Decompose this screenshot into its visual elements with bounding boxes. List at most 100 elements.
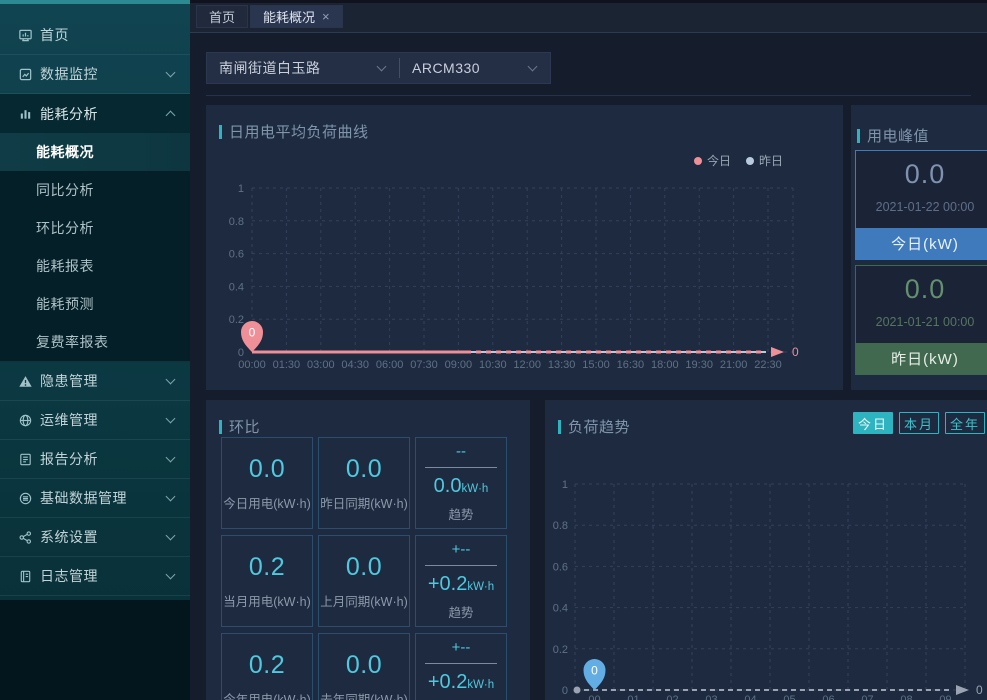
peak-panel: 用电峰值 0.0 2021-01-22 00:00 今日(kW) 0.0 202… xyxy=(851,105,987,390)
peak-timestamp: 2021-01-22 00:00 xyxy=(876,200,975,214)
peak-value: 0.0 xyxy=(905,274,946,305)
hazard-icon xyxy=(18,374,33,389)
tab-energy-overview[interactable]: 能耗概况 × xyxy=(250,5,343,28)
svg-text:03: 03 xyxy=(705,694,717,700)
svg-text:13:30: 13:30 xyxy=(548,359,576,371)
trend-delta: +0.2kW·h xyxy=(428,671,494,694)
stat-value: 0.0 xyxy=(346,553,382,582)
panel-title: 用电峰值 xyxy=(857,125,929,146)
stat-value: 0.0 xyxy=(249,455,285,484)
load-curve-chart: 00.20.40.60.8100:0001:3003:0004:3006:000… xyxy=(206,105,843,390)
stat-value: 0.0 xyxy=(346,455,382,484)
sidebar-item-label: 能耗分析 xyxy=(40,104,167,124)
stat-label: 今年用电(kW·h) xyxy=(223,689,311,700)
sidebar-subitem-energy-overview[interactable]: 能耗概况 xyxy=(0,133,190,171)
settings-icon xyxy=(18,530,33,545)
svg-text:06: 06 xyxy=(822,694,834,700)
tab-home[interactable]: 首页 xyxy=(196,5,248,28)
title-accent-bar xyxy=(857,129,860,143)
station-select-value: 南闸街道白玉路 xyxy=(207,58,368,78)
sidebar-item-home[interactable]: 首页 xyxy=(0,16,190,55)
tab-label: 首页 xyxy=(209,7,235,26)
svg-text:0.8: 0.8 xyxy=(553,520,568,532)
svg-text:0: 0 xyxy=(792,345,799,359)
sidebar-subitem-yoy-analysis[interactable]: 同比分析 xyxy=(0,171,190,209)
tab-label: 能耗概况 xyxy=(263,7,315,26)
energy-dashboard: { "theme": { "accent": "#2eb3c0", "cyan"… xyxy=(0,0,987,700)
chevron-down-icon xyxy=(166,492,176,502)
stat-card: 0.0 上月同期(kW·h) xyxy=(318,535,410,627)
stat-card: 0.2 今年用电(kW·h) xyxy=(221,633,313,700)
trend-divider xyxy=(425,467,497,468)
sidebar-subitem-energy-forecast[interactable]: 能耗预测 xyxy=(0,285,190,323)
svg-text:10:30: 10:30 xyxy=(479,359,507,371)
svg-text:09: 09 xyxy=(939,694,951,700)
energy-analysis-submenu: 能耗概况 同比分析 环比分析 能耗报表 能耗预测 复费率报表 xyxy=(0,133,190,362)
svg-text:03:00: 03:00 xyxy=(307,359,335,371)
svg-text:05: 05 xyxy=(783,694,795,700)
peak-card-body: 0.0 2021-01-22 00:00 xyxy=(856,151,987,228)
trend-card: +-- +0.2kW·h 趋势 xyxy=(415,535,507,627)
sidebar-item-label: 报告分析 xyxy=(40,449,167,469)
sidebar-item-energy-analysis[interactable]: 能耗分析 xyxy=(0,94,190,133)
sidebar-item-ops[interactable]: 运维管理 xyxy=(0,401,190,440)
ops-icon xyxy=(18,413,33,428)
peak-card-footer: 今日(kW) xyxy=(856,228,987,259)
svg-text:0: 0 xyxy=(562,685,568,697)
huanbi-grid: 0.0 今日用电(kW·h) 0.0 昨日同期(kW·h) -- 0.0kW·h… xyxy=(221,437,517,700)
sidebar-subitem-mom-analysis[interactable]: 环比分析 xyxy=(0,209,190,247)
device-select[interactable]: ARCM330 xyxy=(400,53,550,83)
svg-text:00: 00 xyxy=(588,694,600,700)
section-divider xyxy=(206,95,971,96)
svg-text:04:30: 04:30 xyxy=(341,359,369,371)
sidebar-subitem-rate-report[interactable]: 复费率报表 xyxy=(0,323,190,361)
close-icon[interactable]: × xyxy=(322,10,330,23)
trend-divider xyxy=(425,565,497,566)
stat-card: 0.0 昨日同期(kW·h) xyxy=(318,437,410,529)
svg-text:00:00: 00:00 xyxy=(238,359,266,371)
trend-unit: kW·h xyxy=(467,581,494,593)
monitor-icon xyxy=(18,67,33,82)
sidebar: 首页 数据监控 能耗分析 能耗概况 同比分析 环比分析 能耗报表 能耗预测 复费… xyxy=(0,0,190,700)
sidebar-item-system-settings[interactable]: 系统设置 xyxy=(0,518,190,557)
sidebar-item-label: 系统设置 xyxy=(40,527,167,547)
chevron-down-icon xyxy=(166,414,176,424)
chevron-down-icon xyxy=(377,62,387,72)
sidebar-menu: 首页 数据监控 能耗分析 能耗概况 同比分析 环比分析 能耗报表 能耗预测 复费… xyxy=(0,4,190,600)
sidebar-item-log[interactable]: 日志管理 xyxy=(0,557,190,596)
svg-text:04: 04 xyxy=(744,694,756,700)
panel-title-text: 环比 xyxy=(229,416,260,437)
log-icon xyxy=(18,569,33,584)
report-icon xyxy=(18,452,33,467)
trend-delta: 0.0kW·h xyxy=(434,475,489,498)
main-area: 首页 能耗概况 × 南闸街道白玉路 ARCM330 日用电平均负荷曲线 今日 xyxy=(190,0,987,700)
chevron-down-icon xyxy=(166,68,176,78)
stat-card: 0.0 去年同期(kW·h) xyxy=(318,633,410,700)
station-select[interactable]: 南闸街道白玉路 xyxy=(207,53,399,83)
sidebar-item-hazard[interactable]: 隐患管理 xyxy=(0,362,190,401)
svg-text:0.4: 0.4 xyxy=(553,603,568,615)
peak-card-today: 0.0 2021-01-22 00:00 今日(kW) xyxy=(855,150,987,260)
trend-card: -- 0.0kW·h 趋势 xyxy=(415,437,507,529)
stat-value: 0.2 xyxy=(249,651,285,680)
sidebar-item-data-monitor[interactable]: 数据监控 xyxy=(0,55,190,94)
stat-label: 趋势 xyxy=(448,504,473,523)
chevron-down-icon xyxy=(528,62,538,72)
svg-text:0.6: 0.6 xyxy=(229,249,244,261)
sidebar-subitem-energy-report[interactable]: 能耗报表 xyxy=(0,247,190,285)
panel-title: 环比 xyxy=(219,416,260,437)
sidebar-item-base-data[interactable]: 基础数据管理 xyxy=(0,479,190,518)
peak-card-body: 0.0 2021-01-21 00:00 xyxy=(856,266,987,343)
peak-value: 0.0 xyxy=(905,159,946,190)
svg-text:0.2: 0.2 xyxy=(229,314,244,326)
trend-percent: +-- xyxy=(452,639,471,656)
panel-title-text: 用电峰值 xyxy=(867,125,929,146)
stat-value: 0.0 xyxy=(346,651,382,680)
home-icon xyxy=(18,28,33,43)
trend-chart: 00.20.40.60.810001020304050607080900 xyxy=(545,400,987,700)
chevron-down-icon xyxy=(166,453,176,463)
sidebar-item-report-analysis[interactable]: 报告分析 xyxy=(0,440,190,479)
load-trend-panel: 负荷趋势 今日 本月 全年 00.20.40.60.81000102030405… xyxy=(545,400,987,700)
svg-text:0: 0 xyxy=(591,664,598,678)
svg-text:0.2: 0.2 xyxy=(553,644,568,656)
